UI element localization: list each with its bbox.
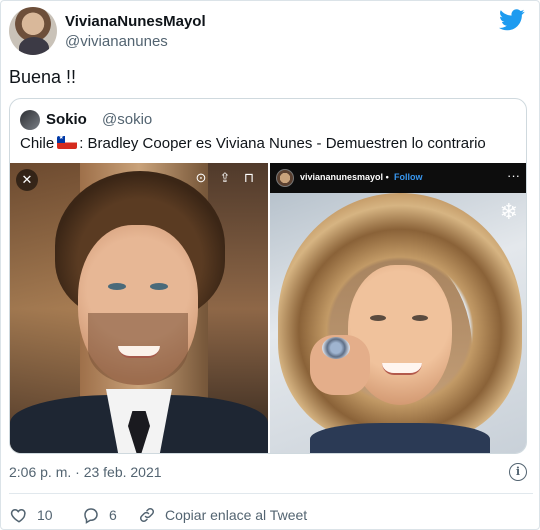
avatar-figure [19,37,49,55]
quoted-author-handle[interactable]: @sokio [102,111,152,128]
author-avatar[interactable] [9,7,57,55]
quoted-author-name[interactable]: Sokio [46,111,87,128]
quoted-tweet[interactable]: Sokio @sokio Chile : Bradley Cooper es Vi… [9,98,527,454]
ig-avatar[interactable] [276,169,294,187]
quoted-text: Chile : Bradley Cooper es Viviana Nunes -… [20,135,486,152]
left-eye [370,315,386,321]
bookmark-icon[interactable]: ⊓ [240,169,258,187]
embedded-tweet: VivianaNunesMayol @viviananunes Buena !!… [0,0,540,530]
ig-separator: • [385,172,389,182]
copy-link-label: Copiar enlace al Tweet [165,507,308,523]
tweet-timestamp[interactable]: 2:06 p. m. · 23 feb. 2021 [9,464,162,480]
ig-username-text: viviananunesmayol [300,172,384,182]
viviana-nunes-photo[interactable]: ❄ viviananunesmayol • Follow ··· [270,163,526,453]
ig-follow-button[interactable]: Follow [394,172,423,182]
author-handle[interactable]: @viviananunes [65,33,168,50]
divider [9,493,533,494]
tweet-text: Buena !! [9,67,77,87]
like-count: 10 [37,507,53,523]
reply-icon [81,505,101,525]
chile-flag-icon [57,136,78,149]
instagram-header: viviananunesmayol • Follow ··· [270,163,526,193]
focus-icon[interactable]: ⊙ [192,169,210,187]
like-button[interactable]: 10 [9,505,53,525]
info-icon[interactable]: i [509,463,527,481]
heart-icon [9,505,29,525]
coat [310,423,490,453]
close-icon[interactable]: ✕ [16,169,38,191]
smile [382,363,422,375]
smile [118,346,160,358]
ig-username[interactable]: viviananunesmayol • [300,172,389,182]
right-eye [412,315,428,321]
ring [322,337,350,359]
left-eye [108,283,126,290]
reply-count: 6 [109,507,117,523]
right-eye [150,283,168,290]
bradley-cooper-photo[interactable]: ✕ ⊙ ⇪ ⊓ [10,163,268,453]
twitter-bird-icon[interactable] [499,9,525,31]
author-name[interactable]: VivianaNunesMayol [65,13,206,30]
more-icon[interactable]: ··· [507,168,520,183]
copy-link-button[interactable]: Copiar enlace al Tweet [137,505,307,525]
link-icon [137,505,157,525]
reply-button[interactable]: 6 [81,505,117,525]
snowflake-icon: ❄ [499,199,518,224]
quoted-text-start: Chile [20,135,55,152]
share-icon[interactable]: ⇪ [216,169,234,187]
quoted-text-end: : Bradley Cooper es Viviana Nunes - Demu… [79,135,486,152]
quoted-avatar[interactable] [20,110,40,130]
